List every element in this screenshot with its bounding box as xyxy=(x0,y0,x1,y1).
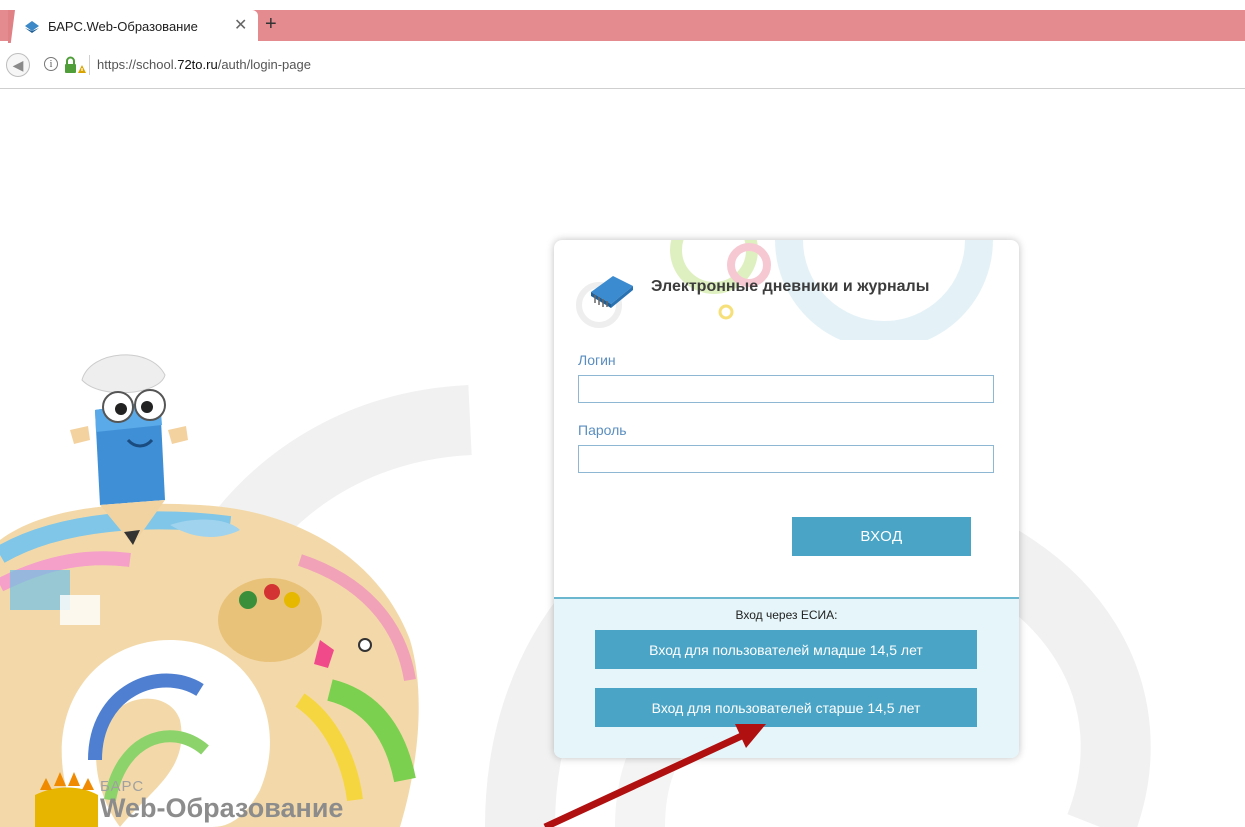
mascot-illustration xyxy=(0,354,419,827)
login-button[interactable]: ВХОД xyxy=(792,517,971,556)
esia-under-14-button[interactable]: Вход для пользователей младше 14,5 лет xyxy=(595,630,977,669)
page: БАРС.Web-Образование ✕ + ◀ i https://sch… xyxy=(0,0,1245,827)
login-card: Электронные дневники и журналы Логин Пар… xyxy=(554,240,1019,758)
esia-over-14-button[interactable]: Вход для пользователей старше 14,5 лет xyxy=(595,688,977,727)
brand-name: Web-Образование xyxy=(100,793,344,823)
esia-caption: Вход через ЕСИА: xyxy=(735,608,838,622)
login-label: Логин xyxy=(578,352,616,368)
password-label: Пароль xyxy=(578,422,627,438)
esia-section: Вход через ЕСИА: Вход для пользователей … xyxy=(554,597,1019,758)
password-input[interactable] xyxy=(578,445,994,473)
login-input[interactable] xyxy=(578,375,994,403)
card-title: Электронные дневники и журналы xyxy=(651,278,930,295)
card-header: Электронные дневники и журналы xyxy=(554,240,1019,340)
book-icon xyxy=(591,276,633,308)
